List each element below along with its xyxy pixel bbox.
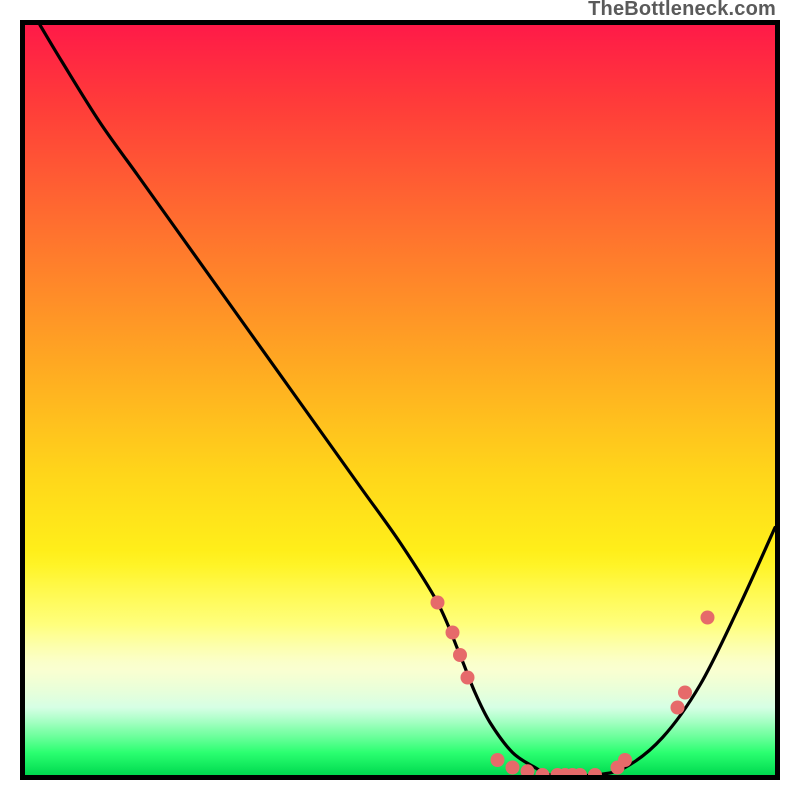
data-marker bbox=[671, 701, 685, 715]
data-marker bbox=[431, 596, 445, 610]
data-marker bbox=[453, 648, 467, 662]
data-marker bbox=[506, 761, 520, 775]
data-marker bbox=[678, 686, 692, 700]
data-marker bbox=[446, 626, 460, 640]
data-marker bbox=[461, 671, 475, 685]
chart-svg bbox=[25, 25, 775, 775]
data-marker bbox=[618, 753, 632, 767]
data-marker bbox=[491, 753, 505, 767]
watermark-text: TheBottleneck.com bbox=[588, 0, 776, 21]
chart-frame bbox=[20, 20, 780, 780]
data-marker bbox=[701, 611, 715, 625]
data-marker bbox=[588, 768, 602, 775]
bottleneck-curve bbox=[40, 25, 775, 775]
